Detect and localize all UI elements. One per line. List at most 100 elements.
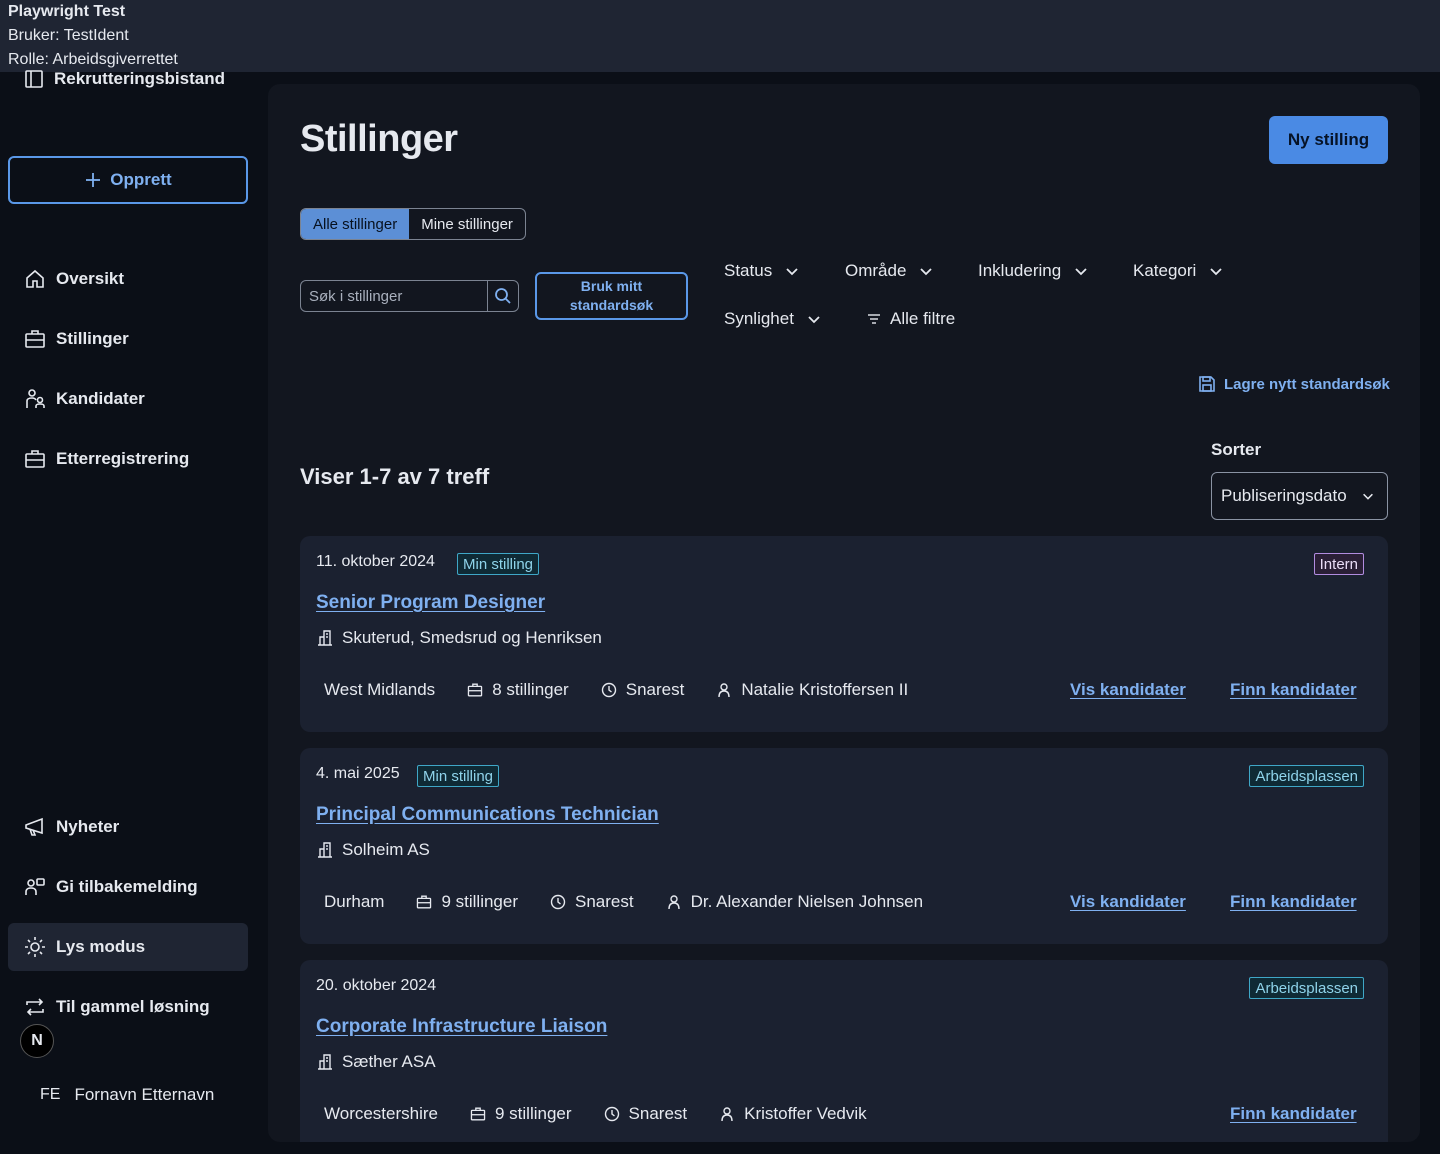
finn-kandidater-link[interactable]: Finn kandidater [1230, 1104, 1357, 1124]
new-job-button[interactable]: Ny stilling [1269, 116, 1388, 164]
badge-label: N [31, 1032, 43, 1049]
job-title-link[interactable]: Principal Communications Technician [316, 804, 659, 826]
publish-date: 11. oktober 2024 [316, 553, 435, 570]
tab-mine-stillinger[interactable]: Mine stillinger [409, 209, 525, 239]
owner: Natalie Kristoffersen II [716, 680, 908, 700]
briefcase-icon [470, 1106, 486, 1122]
test-info-banner: Playwright Test Bruker: TestIdent Rolle:… [0, 0, 1440, 72]
search-button[interactable] [487, 281, 518, 311]
job-meta: West Midlands 8 stillinger Snarest Natal… [324, 680, 940, 700]
publish-date: 20. oktober 2024 [316, 977, 437, 994]
finn-kandidater-link[interactable]: Finn kandidater [1230, 680, 1357, 700]
filter-label: Område [845, 261, 907, 280]
sidebar: Rekrutteringsbistand Opprett Oversikt St… [0, 0, 268, 1154]
job-scope-toggle: Alle stillinger Mine stillinger [300, 208, 526, 240]
nav-gammel-losning[interactable]: Til gammel løsning [8, 983, 248, 1031]
filter-label: Synlighet [724, 309, 794, 328]
employer-name: Sæther ASA [342, 1052, 436, 1071]
nav-label: Nyheter [56, 817, 120, 836]
result-count: Viser 1-7 av 7 treff [300, 464, 490, 489]
nav-tilbakemelding[interactable]: Gi tilbakemelding [8, 863, 248, 911]
use-standard-search-button[interactable]: Bruk mitt standardsøk [535, 272, 688, 320]
briefcase-icon [24, 448, 46, 470]
source-tag: Intern [1313, 553, 1364, 575]
filter-lines-icon [866, 311, 882, 327]
location-label: West Midlands [324, 680, 436, 699]
arrows-icon [24, 996, 46, 1018]
tab-alle-stillinger[interactable]: Alle stillinger [301, 209, 410, 239]
building-icon [316, 1053, 334, 1071]
all-filters-button[interactable]: Alle filtre [866, 306, 955, 332]
clock-icon [550, 894, 566, 910]
positions-label: 9 stillinger [495, 1104, 572, 1123]
employer: Sæther ASA [316, 1052, 436, 1072]
deadline-label: Snarest [575, 892, 634, 911]
main-panel: Stillinger Ny stilling Alle stillinger M… [268, 84, 1420, 1142]
chevron-down-icon [918, 263, 934, 279]
positions-label: 8 stillinger [492, 680, 569, 699]
nav-etterregistrering[interactable]: Etterregistrering [8, 435, 248, 483]
create-button[interactable]: Opprett [8, 156, 248, 204]
source-tag: Arbeidsplassen [1249, 977, 1364, 999]
deadline-label: Snarest [625, 680, 685, 699]
owner-label: Dr. Alexander Nielsen Johnsen [690, 892, 924, 911]
search-icon [494, 287, 512, 305]
filter-kategori[interactable]: Kategori [1133, 258, 1224, 284]
deadline: Snarest [604, 1104, 687, 1124]
nav-label: Oversikt [56, 269, 125, 288]
finn-kandidater-link[interactable]: Finn kandidater [1230, 892, 1357, 912]
plus-icon [84, 171, 102, 189]
search-input[interactable]: Søk i stillinger [301, 281, 487, 311]
deadline: Snarest [550, 892, 634, 912]
user-menu[interactable]: FE Fornavn Etternavn [40, 1082, 214, 1108]
min-stilling-tag: Min stilling [457, 553, 540, 575]
owner-label: Natalie Kristoffersen II [741, 680, 909, 699]
chevron-down-icon [1208, 263, 1224, 279]
building-icon [316, 629, 334, 647]
nav-oversikt[interactable]: Oversikt [8, 255, 248, 303]
filter-label: Status [724, 261, 773, 280]
job-meta: Worcestershire 9 stillinger Snarest Kris… [324, 1104, 899, 1124]
sort-select[interactable]: Publiseringsdato [1211, 472, 1388, 520]
banner-user: Bruker: TestIdent [8, 27, 129, 44]
job-title-link[interactable]: Corporate Infrastructure Liaison [316, 1016, 607, 1038]
filter-status[interactable]: Status [724, 258, 800, 284]
nav-kandidater[interactable]: Kandidater [8, 375, 248, 423]
person-icon [719, 1106, 735, 1122]
page-title: Stillinger [300, 118, 458, 160]
employer: Skuterud, Smedsrud og Henriksen [316, 628, 602, 648]
chevron-down-icon [784, 263, 800, 279]
filter-omrade[interactable]: Område [845, 258, 934, 284]
briefcase-icon [24, 328, 46, 350]
vis-kandidater-link[interactable]: Vis kandidater [1070, 680, 1186, 700]
person-icon [666, 894, 682, 910]
sidebar-toggle-icon[interactable] [24, 69, 44, 89]
nav-lys-modus[interactable]: Lys modus [8, 923, 248, 971]
publish-date: 4. mai 2025 [316, 765, 400, 782]
vis-kandidater-link[interactable]: Vis kandidater [1070, 892, 1186, 912]
feedback-icon [24, 876, 46, 898]
job-card: 4. mai 2025 Min stilling Arbeidsplassen … [300, 748, 1388, 944]
nav-nyheter[interactable]: Nyheter [8, 803, 248, 851]
all-filters-label: Alle filtre [890, 309, 956, 328]
location-label: Durham [324, 892, 385, 911]
positions: 8 stillinger [467, 680, 569, 700]
job-title-link[interactable]: Senior Program Designer [316, 592, 545, 614]
brand[interactable]: Rekrutteringsbistand [24, 66, 225, 92]
job-meta: Durham 9 stillinger Snarest Dr. Alexande… [324, 892, 955, 912]
notification-badge[interactable]: N [20, 1024, 54, 1058]
save-icon [1198, 375, 1216, 393]
save-standard-search-button[interactable]: Lagre nytt standardsøk [1198, 372, 1390, 396]
person-icon [716, 682, 732, 698]
sort-value: Publiseringsdato [1221, 486, 1347, 505]
location-label: Worcestershire [324, 1104, 438, 1123]
clock-icon [601, 682, 617, 698]
location: Durham [324, 892, 384, 912]
employer-name: Skuterud, Smedsrud og Henriksen [342, 628, 602, 647]
nav-stillinger[interactable]: Stillinger [8, 315, 248, 363]
std-label-1: Bruk mitt [580, 278, 643, 294]
brand-label: Rekrutteringsbistand [54, 69, 225, 88]
chevron-down-icon [806, 311, 822, 327]
filter-inkludering[interactable]: Inkludering [978, 258, 1089, 284]
filter-synlighet[interactable]: Synlighet [724, 306, 822, 332]
